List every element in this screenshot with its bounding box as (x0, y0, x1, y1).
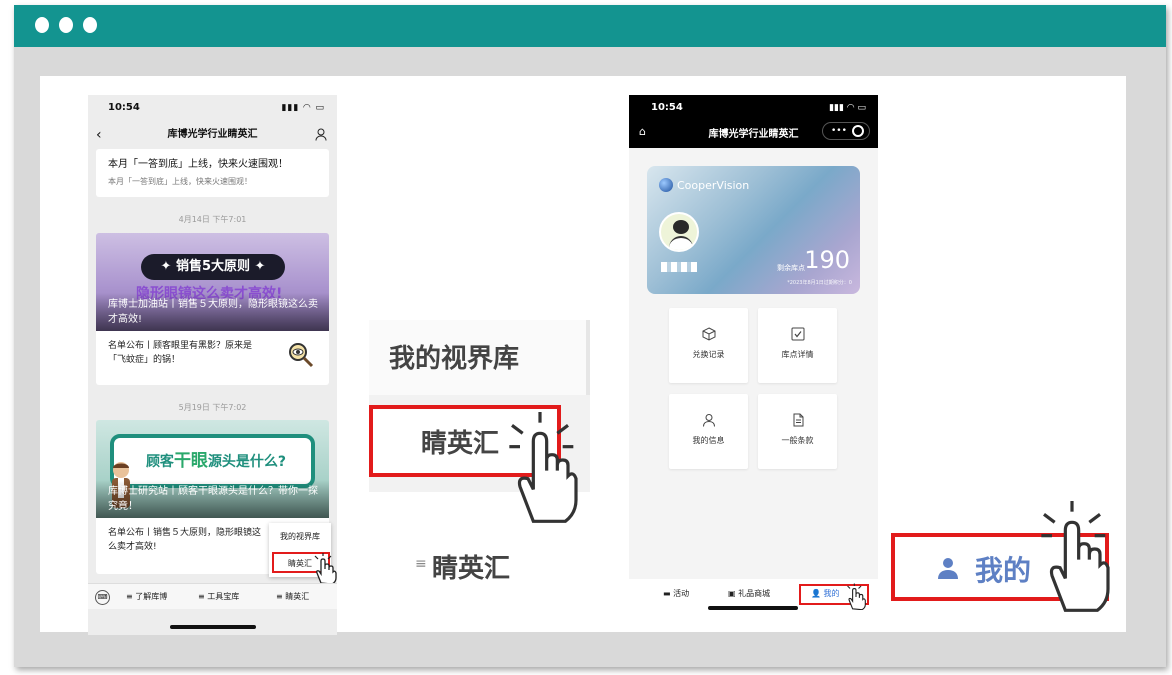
miniapp-capsule[interactable]: ••• (822, 122, 870, 140)
back-icon[interactable]: ‹ (96, 123, 102, 147)
member-card: CooperVision 剩余库点 190 *2023年8月1日过期积分：0 (647, 166, 860, 294)
tab-gift-mall[interactable]: ▣ 礼品商城 (728, 588, 770, 599)
tile-label: 兑换记录 (692, 350, 725, 359)
message-card[interactable]: 本月「一答到底」上线，快来火速围观！ 本月「一答到底」上线，快来火速围观！ (96, 149, 329, 197)
signal-icon: ▮▮▮ ◠ ▭ (829, 103, 866, 113)
bottom-menu: ⌨ ≡ 了解库博 ≡ 工具宝库 ≡ 睛英汇 (88, 583, 337, 609)
chat-title: 库博光学行业睛英汇 (167, 129, 258, 140)
signal-icon: ▮▮▮ ◠ ▭ (281, 103, 325, 113)
zoom-label-my-library: 我的视界库 (389, 344, 520, 374)
tap-hand-icon (847, 583, 866, 610)
tile-points-detail[interactable]: 库点详情 (758, 308, 837, 383)
tile-terms[interactable]: 一般条款 (758, 394, 837, 469)
banner-pill: ✦ 销售5大原则 ✦ (141, 254, 285, 280)
status-bar: 10:54 ▮▮▮ ◠ ▭ (88, 95, 337, 121)
menu-tab-elite-club[interactable]: ≡ 睛英汇 (276, 591, 309, 602)
tap-hand-icon (1041, 501, 1110, 612)
article-sub-item[interactable]: 名单公布丨顾客眼里有黑影？原来是「飞蚊症」的锅！ (96, 331, 329, 385)
article-banner[interactable]: ✦ 销售5大原则 ✦ 隐形眼镜这么卖才高效! 库博士加油站丨销售５大原则，隐形眼… (96, 233, 329, 331)
blurred-username (661, 262, 697, 272)
window-control-dot[interactable] (83, 17, 97, 33)
tile-my-info[interactable]: 我的信息 (669, 394, 748, 469)
points-label: 剩余库点 (777, 264, 805, 272)
window-control-dot[interactable] (59, 17, 73, 33)
miniapp-phone-screen: 10:54 ▮▮▮ ◠ ▭ ⌂ 库博光学行业睛英汇 ••• CooperVisi… (629, 95, 878, 610)
banner-headline: 顾客干眼源头是什么? (145, 451, 287, 471)
box-icon (702, 327, 715, 341)
menu-lines-icon: ≡ (415, 556, 427, 572)
menu-tab-toolbox[interactable]: ≡ 工具宝库 (198, 591, 239, 602)
magnifier-eye-icon (289, 343, 314, 368)
zoom-label-me: 我的 (975, 554, 1032, 587)
zoom-label-elite-club: 睛英汇 (421, 429, 500, 459)
document-icon (793, 413, 803, 427)
profile-icon[interactable] (315, 128, 327, 141)
message-subtitle: 本月「一答到底」上线，快来火速围观！ (108, 177, 252, 186)
user-icon (702, 414, 715, 427)
window-titlebar (14, 5, 1166, 47)
tile-label: 库点详情 (781, 350, 814, 359)
avatar (659, 212, 699, 252)
chat-navbar: ‹ 库博光学行业睛英汇 (88, 123, 337, 147)
user-icon (938, 558, 958, 579)
checkbox-icon (791, 327, 804, 341)
status-time: 10:54 (651, 102, 683, 113)
zoom-callout-me: 我的 (891, 501, 1126, 628)
home-indicator (170, 625, 256, 629)
timestamp: 4月14日 下午7:01 (178, 215, 247, 224)
miniapp-header: 10:54 ▮▮▮ ◠ ▭ ⌂ 库博光学行业睛英汇 ••• (629, 95, 878, 148)
menu-tab-about[interactable]: ≡ 了解库博 (126, 591, 167, 602)
window-control-dot[interactable] (35, 17, 49, 33)
menu-item-my-library[interactable]: 我的视界库 (269, 523, 331, 550)
zoom-menu-row: 我的视界库 (369, 320, 590, 395)
article-sub-text: 名单公布丨顾客眼里有黑影？原来是「飞蚊症」的锅！ (108, 341, 253, 365)
app-window: 10:54 ▮▮▮ ◠ ▭ ‹ 库博光学行业睛英汇 本月「一答到底」上线，快来火… (14, 5, 1166, 667)
home-indicator (708, 606, 798, 610)
article-caption: 库博士研究站丨顾客干眼源头是什么？带你一探究竟！ (96, 480, 329, 518)
close-miniapp-icon[interactable] (852, 125, 864, 137)
zoom-callout-menu: 我的视界库 睛英汇 ≡ 睛英汇 (369, 320, 590, 632)
brand-logo: CooperVision (659, 178, 749, 192)
more-icon[interactable]: ••• (831, 123, 847, 139)
tap-hand-icon (314, 553, 337, 585)
tap-hand-icon (509, 412, 578, 523)
chat-phone-screen: 10:54 ▮▮▮ ◠ ▭ ‹ 库博光学行业睛英汇 本月「一答到底」上线，快来火… (88, 95, 337, 635)
points-value: 190 (804, 246, 850, 274)
tile-redeem-history[interactable]: 兑换记录 (669, 308, 748, 383)
article-caption: 库博士加油站丨销售５大原则，隐形眼镜这么卖才高效! (96, 293, 329, 331)
message-title: 本月「一答到底」上线，快来火速围观！ (108, 159, 288, 170)
points-expiry-note: *2023年8月1日过期积分：0 (787, 280, 852, 286)
timestamp: 5月19日 下午7:02 (178, 403, 247, 412)
status-time: 10:54 (108, 102, 140, 113)
tab-activity[interactable]: ▬ 活动 (663, 588, 689, 599)
article-banner[interactable]: 顾客干眼源头是什么? 库博士研究站丨顾客干眼源头是什么？带你一探究竟！ (96, 420, 329, 518)
tile-label: 一般条款 (781, 436, 814, 445)
article-sub-text: 名单公布丨销售５大原则，隐形眼镜这么卖才高效! (108, 528, 262, 552)
content-canvas: 10:54 ▮▮▮ ◠ ▭ ‹ 库博光学行业睛英汇 本月「一答到底」上线，快来火… (40, 76, 1126, 635)
keyboard-icon[interactable]: ⌨ (95, 590, 110, 605)
tile-label: 我的信息 (692, 436, 725, 445)
zoom-label-elite-club-tab: 睛英汇 (432, 554, 511, 584)
